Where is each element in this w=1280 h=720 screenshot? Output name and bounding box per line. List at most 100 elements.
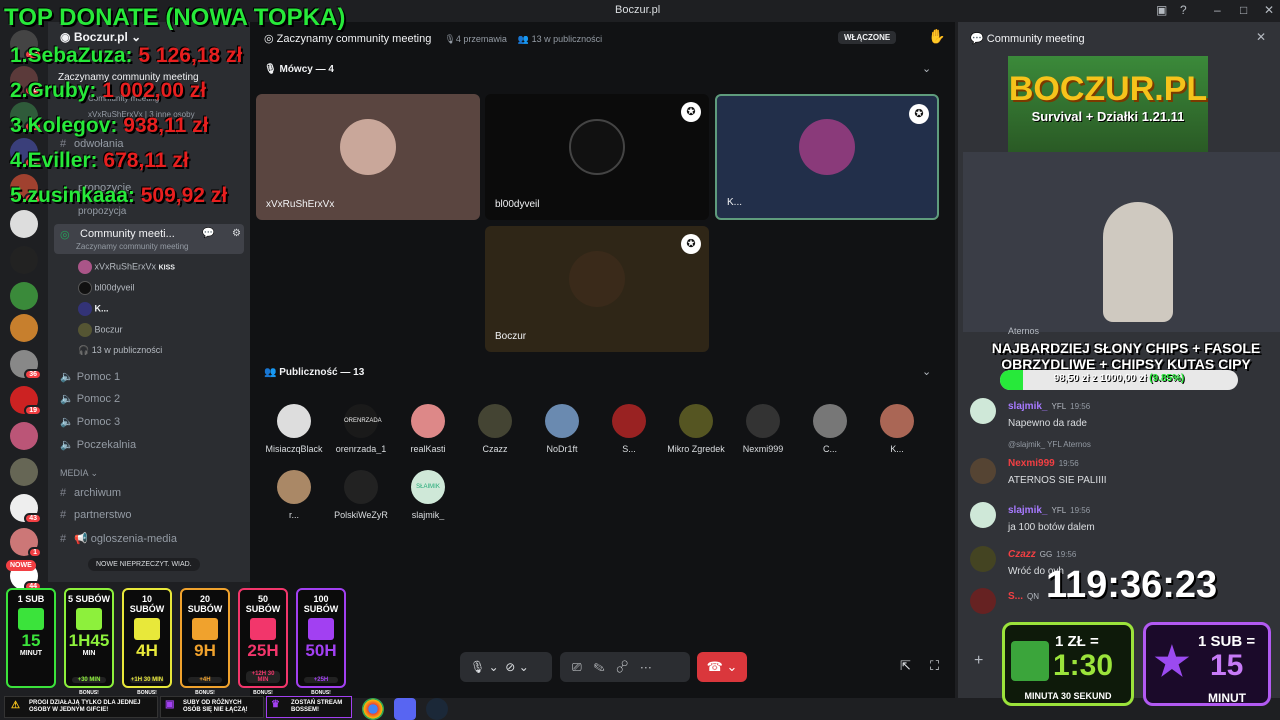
server-logo-icon: ◉ bbox=[60, 30, 74, 44]
donor-row: 4.Eviller: 678,11 zł bbox=[10, 149, 189, 172]
audience-member[interactable]: ORENRZADA orenrzada_1 bbox=[327, 404, 395, 454]
audience-member[interactable]: SŁAIMIK slajmik_ bbox=[394, 470, 462, 520]
chevron-down-icon[interactable]: ⌄ bbox=[922, 365, 931, 378]
avatar bbox=[880, 404, 914, 438]
channel-ogloszenia-media[interactable]: # 📢 ogloszenia-media bbox=[60, 532, 177, 545]
gift-icon bbox=[308, 618, 334, 640]
avatar bbox=[569, 251, 625, 307]
gear-icon[interactable]: ⚙ bbox=[232, 228, 241, 239]
fullscreen-icon[interactable]: ⛶ bbox=[930, 658, 939, 674]
speaker-tile[interactable]: ✪ K... bbox=[715, 94, 939, 220]
audience-member[interactable]: NoDr1ft bbox=[528, 404, 596, 454]
hand-icon[interactable]: ✋ bbox=[928, 28, 945, 45]
member-item[interactable]: bl00dyveil bbox=[78, 281, 135, 295]
chat-message[interactable]: @slajmik_ YFL Aternos Nexmi999 19:56 ATER… bbox=[970, 440, 1270, 486]
server-icon[interactable] bbox=[10, 458, 38, 486]
audience-member[interactable]: K... bbox=[863, 404, 931, 454]
maximize-icon[interactable]: □ bbox=[1240, 3, 1247, 17]
member-item[interactable]: Boczur bbox=[78, 323, 123, 337]
moderator-icon: ✪ bbox=[681, 234, 701, 254]
hangup-icon: ☎ bbox=[706, 659, 723, 674]
server-icon[interactable] bbox=[10, 314, 38, 342]
audience-member[interactable]: S... bbox=[595, 404, 663, 454]
avatar bbox=[970, 458, 996, 484]
server-icon[interactable] bbox=[10, 246, 38, 274]
server-name[interactable]: ◉ Boczur.pl ⌄ bbox=[60, 30, 141, 44]
avatar bbox=[277, 404, 311, 438]
steam-icon[interactable] bbox=[426, 698, 448, 720]
avatar: SŁAIMIK bbox=[411, 470, 445, 504]
chat-message[interactable]: slajmik_ YFL 19:56 Napewno da rade bbox=[970, 396, 1270, 429]
leave-stage-button[interactable]: ☎ ⌄ bbox=[697, 652, 747, 682]
stream-timer: 119:36:23 bbox=[1046, 564, 1218, 606]
people-icon: 👥 bbox=[264, 367, 280, 378]
donor-row: 2.Gruby: 1 002,00 zł bbox=[10, 79, 207, 102]
avatar bbox=[411, 404, 445, 438]
voice-channel[interactable]: 🔈 Pomoc 3 bbox=[60, 415, 120, 428]
new-badge[interactable]: NOWE bbox=[6, 560, 36, 571]
chat-message[interactable]: slajmik_ YFL 19:56 ja 100 botów dalem bbox=[970, 500, 1270, 533]
category-media[interactable]: MEDIA ⌄ bbox=[60, 468, 98, 479]
voice-channel[interactable]: 🔈 Pomoc 2 bbox=[60, 392, 120, 405]
speaker-tile[interactable]: xVxRuShErxVx bbox=[256, 94, 480, 220]
audience-member[interactable]: r... bbox=[260, 470, 328, 520]
server-icon[interactable]: 19 bbox=[10, 386, 42, 416]
help-icon[interactable]: ? bbox=[1180, 3, 1187, 17]
moderation-icon[interactable]: ✎ bbox=[594, 660, 617, 674]
audience-member[interactable]: MisiaczqBlack bbox=[260, 404, 328, 454]
member-item[interactable]: xVxRuShErxVx KISS bbox=[78, 260, 175, 274]
chat-bubble-icon: 💬 bbox=[970, 33, 987, 45]
channel-archiwum[interactable]: # archiwum bbox=[60, 487, 121, 499]
add-icon[interactable]: + bbox=[974, 652, 983, 670]
audience-line[interactable]: 🎧 13 w publiczności bbox=[78, 345, 162, 356]
active-stage-channel[interactable]: ◎ Community meeti... Zaczynamy community… bbox=[54, 224, 244, 254]
member-item[interactable]: K... bbox=[78, 302, 109, 316]
more-icon[interactable]: ⋯ bbox=[640, 660, 664, 674]
avatar bbox=[679, 404, 713, 438]
server-icon[interactable]: 36 bbox=[10, 350, 42, 380]
donor-row: 3.Kolegov: 938,11 zł bbox=[10, 114, 209, 137]
speaker-icon: 🔈 bbox=[60, 439, 77, 451]
new-unread-button[interactable]: NOWE NIEPRZECZYT. WIAD. bbox=[88, 558, 200, 571]
close-chat-icon[interactable]: ✕ bbox=[1256, 30, 1266, 44]
voice-channel[interactable]: 🔈 Poczekalnia bbox=[60, 438, 136, 451]
mic-control[interactable]: 🎙 ⌄ ⊘ ⌄ bbox=[460, 652, 552, 682]
server-icon[interactable] bbox=[10, 282, 38, 310]
close-icon[interactable]: ✕ bbox=[1264, 3, 1274, 17]
goal-progress-bar: 98,50 zł z 1000,00 zł (9.85%) bbox=[1000, 370, 1238, 390]
audience-member[interactable]: Mikro Zgredek bbox=[662, 404, 730, 454]
screen-share-icon[interactable]: ⎚ bbox=[572, 660, 594, 674]
avatar bbox=[478, 404, 512, 438]
discord-icon[interactable] bbox=[394, 698, 416, 720]
speaker-tile[interactable]: ✪ bl00dyveil bbox=[485, 94, 709, 220]
minimize-icon[interactable]: – bbox=[1214, 3, 1221, 17]
star-icon: ★ bbox=[1154, 640, 1190, 684]
popout-icon[interactable]: ⇱ bbox=[900, 658, 911, 674]
status-badge[interactable]: WŁĄCZONE bbox=[838, 31, 897, 44]
avatar: ORENRZADA bbox=[344, 404, 382, 438]
audience-member[interactable]: C... bbox=[796, 404, 864, 454]
speaker-name: bl00dyveil bbox=[495, 199, 540, 210]
server-icon[interactable] bbox=[10, 422, 38, 450]
server-icon[interactable]: 1 bbox=[10, 528, 42, 558]
server-banner: BOCZUR.PL Survival + Działki 1.21.11 bbox=[1008, 56, 1208, 152]
audience-member[interactable]: PolskiWeZyR bbox=[327, 470, 395, 520]
chat-icon[interactable]: 💬 bbox=[202, 228, 214, 239]
audience-member[interactable]: realKasti bbox=[394, 404, 462, 454]
speaker-tile[interactable]: ✪ Boczur bbox=[485, 226, 709, 352]
sub-card: 10 SUBÓW 4H +1H 30 MIN bbox=[122, 588, 172, 688]
invite-icon[interactable]: ☍ bbox=[617, 660, 640, 674]
audience-member[interactable]: Czazz bbox=[461, 404, 529, 454]
channel-partnerstwo[interactable]: # partnerstwo bbox=[60, 509, 131, 521]
hash-icon: # bbox=[60, 487, 67, 499]
chrome-icon[interactable] bbox=[362, 698, 384, 720]
stage-controls[interactable]: ⎚✎☍⋯ bbox=[560, 652, 690, 682]
chevron-down-icon[interactable]: ⌄ bbox=[922, 62, 931, 75]
voice-channel[interactable]: 🔈 Pomoc 1 bbox=[60, 370, 120, 383]
reply-preview: @slajmik_ YFL Aternos bbox=[1008, 440, 1091, 449]
server-icon[interactable] bbox=[10, 210, 38, 238]
inbox-icon[interactable]: ▣ bbox=[1156, 3, 1167, 17]
audience-member[interactable]: Nexmi999 bbox=[729, 404, 797, 454]
stage-view: ◎ Zaczynamy community meeting 🎙4 przemaw… bbox=[250, 22, 955, 698]
server-icon[interactable]: 43 bbox=[10, 494, 42, 524]
